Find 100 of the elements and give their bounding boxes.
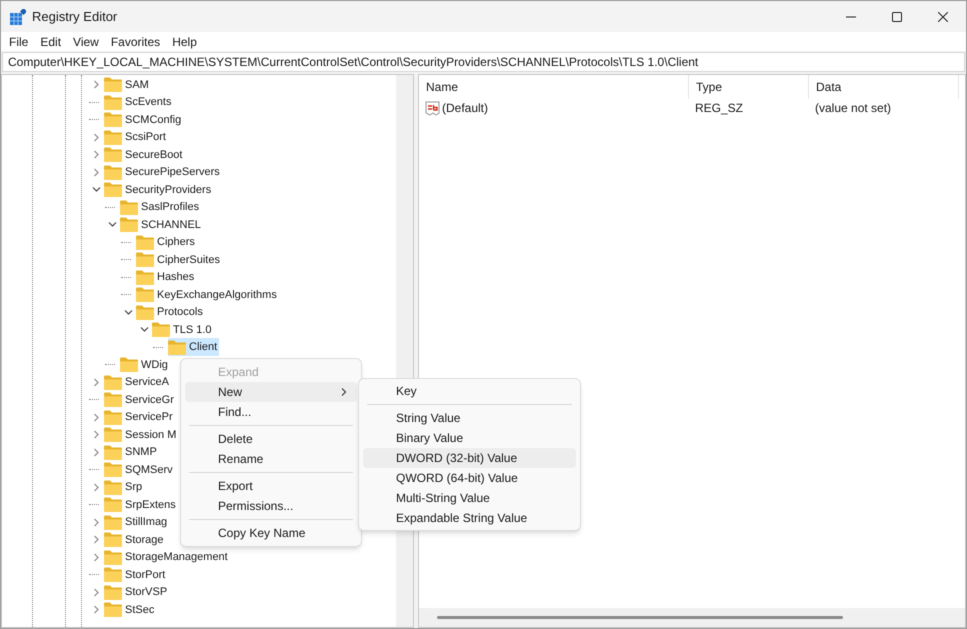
menu-item[interactable]: Rename: [185, 449, 357, 469]
tree-item[interactable]: CipherSuites: [136, 250, 222, 269]
chevron-right-icon[interactable]: [92, 482, 100, 492]
folder-icon: [168, 340, 186, 355]
tree-item[interactable]: Srp: [104, 478, 144, 496]
chevron-right-icon[interactable]: [92, 552, 100, 562]
tree-item[interactable]: SecureBoot: [104, 146, 184, 164]
address-field[interactable]: Computer\HKEY_LOCAL_MACHINE\SYSTEM\CurrentControlSet\Control\SecurityProviders\SCHANNEL\Protocols\TLS 1.0\Client: [3, 53, 964, 71]
folder-icon: [120, 200, 138, 215]
folder-icon: [104, 602, 122, 618]
folder-icon: [104, 410, 122, 425]
folder-icon: [104, 497, 122, 512]
chevron-down-icon[interactable]: [92, 185, 100, 194]
menu-bar-item[interactable]: View: [67, 32, 105, 51]
menu-bar-item[interactable]: Favorites: [104, 32, 166, 51]
tree-item[interactable]: Hashes: [136, 268, 196, 286]
tree-item[interactable]: SCHANNEL: [120, 216, 203, 234]
tree-item[interactable]: ScsiPort: [104, 128, 168, 146]
horizontal-scrollbar[interactable]: [419, 608, 965, 627]
menu-item[interactable]: Binary Value: [363, 428, 576, 448]
menu-item[interactable]: Export: [185, 476, 357, 496]
chevron-right-icon[interactable]: [92, 588, 100, 597]
folder-icon: [136, 252, 154, 268]
folder-icon: [104, 567, 122, 582]
chevron-right-icon[interactable]: [92, 378, 100, 387]
folder-icon: [104, 164, 122, 180]
menu-bar-item[interactable]: Edit: [34, 32, 68, 51]
folder-icon: [104, 374, 122, 390]
tree-item[interactable]: StorageManagement: [104, 548, 230, 566]
chevron-right-icon[interactable]: [92, 605, 100, 614]
folder-icon: [104, 550, 122, 565]
table-cell-text: (value not set): [814, 100, 892, 117]
folder-icon: [104, 182, 122, 198]
folder-icon: [104, 514, 122, 530]
folder-icon: [104, 147, 122, 162]
folder-icon: [120, 357, 138, 372]
tree-item[interactable]: StorVSP: [104, 583, 170, 602]
menu-item[interactable]: Permissions...: [185, 496, 357, 516]
chevron-right-icon[interactable]: [92, 132, 100, 142]
folder-icon: [136, 304, 154, 320]
menu-item[interactable]: Find...: [185, 402, 357, 422]
menu-item[interactable]: DWORD (32-bit) Value: [363, 448, 576, 468]
chevron-right-icon[interactable]: [92, 80, 100, 90]
tree-item[interactable]: SNMP: [104, 443, 159, 462]
close-icon: [938, 12, 948, 22]
tree-item[interactable]: StillImag: [104, 513, 170, 532]
tree-item[interactable]: StorPort: [104, 566, 168, 584]
folder-icon: [104, 532, 122, 548]
tree-item[interactable]: Storage: [104, 530, 166, 549]
menu-bar-item[interactable]: File: [3, 32, 34, 51]
tree-item[interactable]: ScEvents: [104, 93, 174, 112]
column-header[interactable]: Data: [809, 75, 959, 99]
tree-item[interactable]: Session M: [104, 426, 178, 444]
chevron-right-icon[interactable]: [92, 448, 100, 457]
string-value-icon: [425, 100, 440, 116]
chevron-right-icon[interactable]: [92, 168, 100, 177]
folder-icon: [136, 287, 154, 302]
chevron-right-icon[interactable]: [92, 430, 100, 440]
chevron-down-icon[interactable]: [108, 220, 116, 230]
menu-item[interactable]: String Value: [363, 408, 576, 428]
menu-item[interactable]: Multi-String Value: [363, 488, 576, 508]
folder-icon: [104, 584, 122, 600]
tree-item[interactable]: Ciphers: [136, 233, 197, 252]
tree-item[interactable]: SQMServ: [104, 460, 175, 479]
tree-item[interactable]: SAM: [104, 76, 151, 94]
tree-item[interactable]: KeyExchangeAlgorithms: [136, 286, 279, 304]
tree-item[interactable]: SaslProfiles: [120, 198, 202, 216]
menu-item[interactable]: Delete: [185, 429, 357, 449]
tree-item[interactable]: TLS 1.0: [152, 320, 214, 339]
chevron-down-icon[interactable]: [140, 325, 148, 334]
menu-item[interactable]: Key: [363, 381, 576, 401]
column-header[interactable]: Type: [689, 75, 809, 99]
tree-item[interactable]: Protocols: [136, 303, 205, 322]
chevron-down-icon[interactable]: [124, 308, 132, 317]
tree-item[interactable]: SrpExtens: [104, 496, 178, 514]
menu-bar-item[interactable]: Help: [166, 32, 203, 51]
tree-item[interactable]: Client: [168, 338, 220, 356]
column-header[interactable]: Name: [419, 75, 689, 99]
tree-item[interactable]: ServiceA: [104, 373, 172, 392]
tree-item[interactable]: SecurityProviders: [104, 180, 214, 199]
tree-item[interactable]: ServiceGr: [104, 390, 176, 409]
folder-icon: [104, 112, 122, 128]
tree-item[interactable]: WDig: [120, 356, 170, 374]
menu-item[interactable]: Expandable String Value: [363, 508, 576, 528]
tree-item[interactable]: SCMConfig: [104, 110, 184, 129]
tree-item[interactable]: SecurePipeServers: [104, 163, 222, 182]
menu-item[interactable]: Copy Key Name: [185, 523, 357, 543]
chevron-right-icon[interactable]: [92, 518, 100, 527]
chevron-right-icon[interactable]: [92, 150, 100, 160]
folder-icon: [120, 217, 138, 232]
folder-icon: [136, 234, 154, 250]
tree-item[interactable]: StSec: [104, 600, 156, 619]
chevron-right-icon[interactable]: [92, 412, 100, 422]
registry-app-icon: [10, 8, 26, 24]
tree-item[interactable]: ServicePr: [104, 408, 175, 426]
folder-icon: [136, 270, 154, 285]
scrollbar-thumb[interactable]: [437, 616, 843, 619]
menu-item[interactable]: New: [185, 382, 357, 402]
chevron-right-icon[interactable]: [92, 535, 100, 544]
menu-item[interactable]: QWORD (64-bit) Value: [363, 468, 576, 488]
